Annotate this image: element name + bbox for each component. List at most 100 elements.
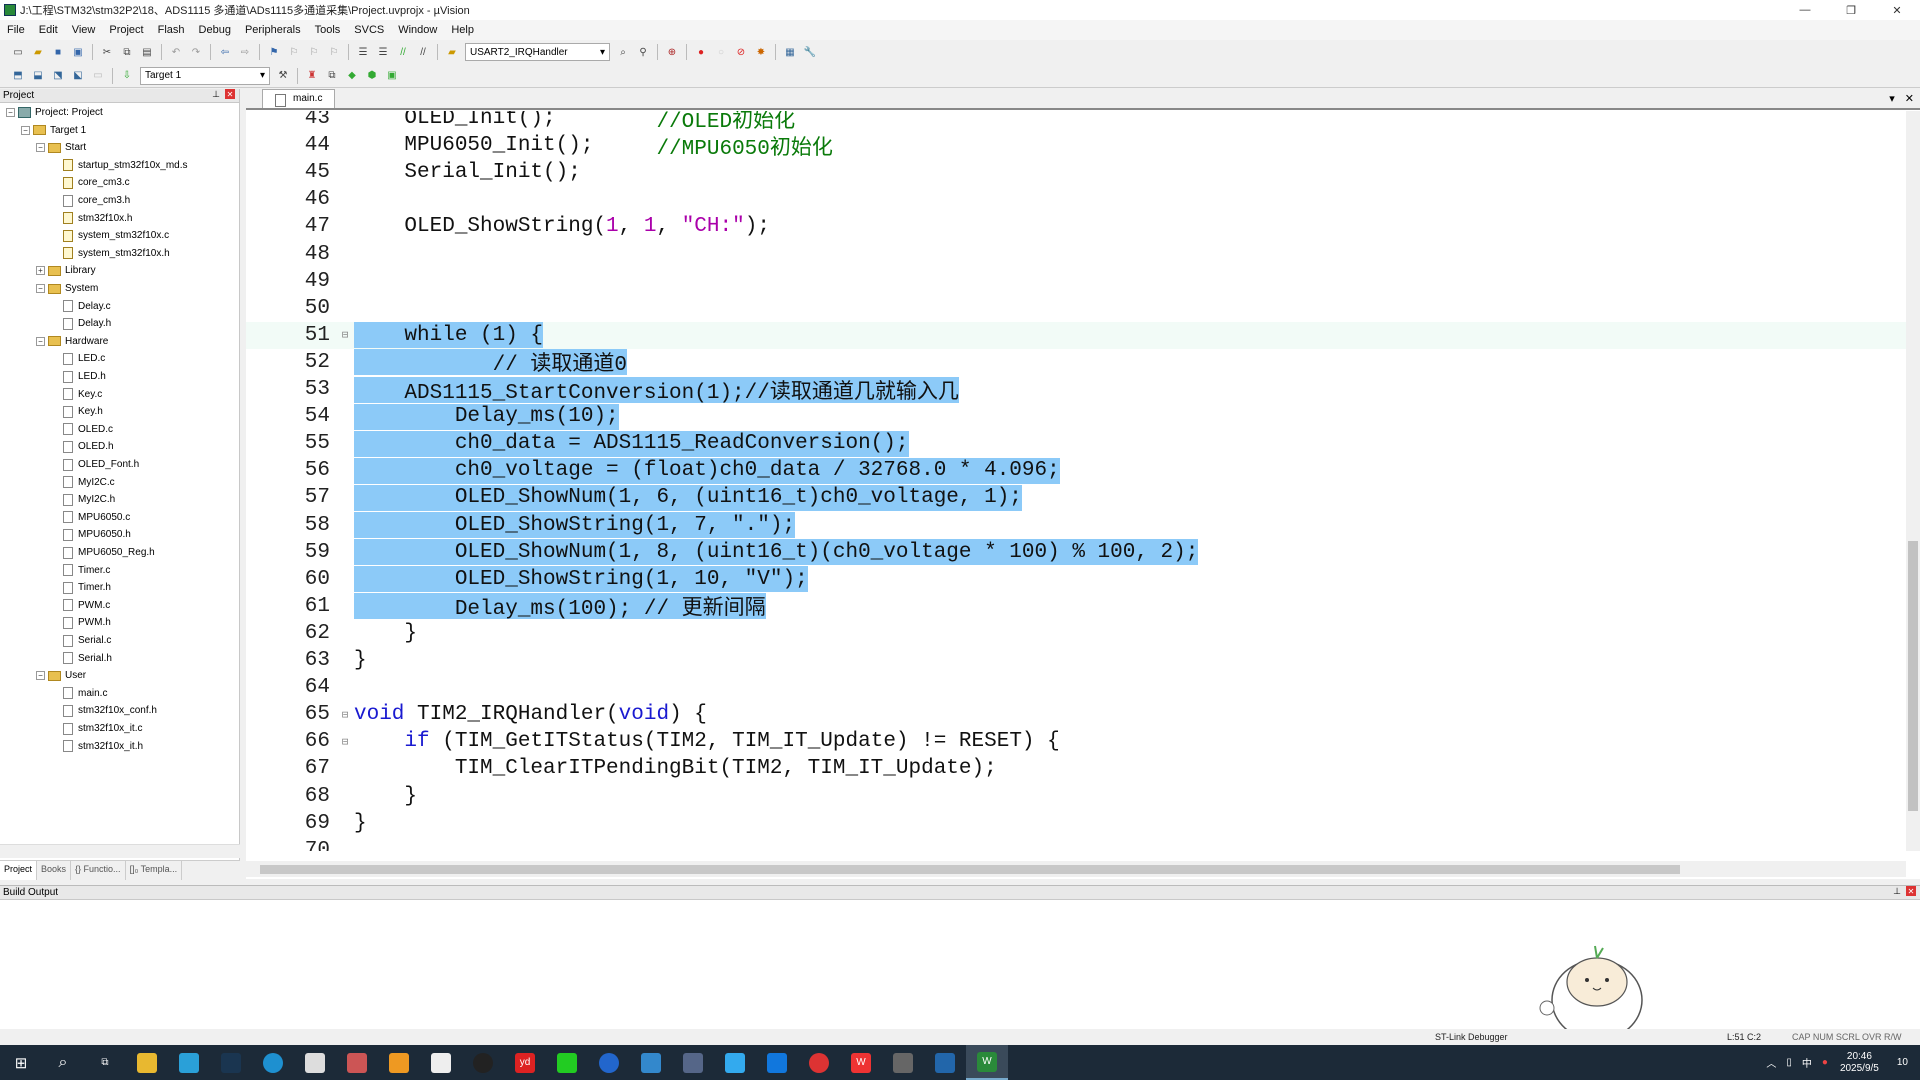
tree-item[interactable]: Delay.h [51, 315, 111, 332]
taskbar-app-7[interactable] [378, 1045, 420, 1080]
menu-help[interactable]: Help [444, 24, 481, 36]
taskbar-netease-music[interactable] [798, 1045, 840, 1080]
rebuild-icon[interactable]: ⬔ [50, 68, 66, 84]
taskbar-explorer[interactable] [126, 1045, 168, 1080]
taskbar-wechat[interactable] [546, 1045, 588, 1080]
tree-item[interactable]: MPU6050_Reg.h [51, 544, 155, 561]
tab-books[interactable]: Books [37, 861, 72, 880]
tree-item[interactable]: stm32f10x.h [51, 210, 132, 227]
tree-item[interactable]: MyI2C.c [51, 474, 115, 491]
code-line[interactable]: 49 [246, 268, 1906, 295]
taskbar-app-8[interactable] [420, 1045, 462, 1080]
save-all-icon[interactable]: ▣ [70, 44, 86, 60]
tree-item[interactable]: core_cm3.h [51, 192, 130, 209]
code-line[interactable]: 67 TIM_ClearITPendingBit(TIM2, TIM_IT_Up… [246, 755, 1906, 782]
taskbar-app-13[interactable] [630, 1045, 672, 1080]
tree-item[interactable]: OLED.c [51, 421, 113, 438]
taskbar-qq[interactable] [462, 1045, 504, 1080]
menu-window[interactable]: Window [391, 24, 444, 36]
tree-item[interactable]: MPU6050.c [51, 509, 130, 526]
new-file-icon[interactable]: ▭ [10, 44, 26, 60]
code-line[interactable]: 70 [246, 837, 1906, 851]
collapse-icon[interactable]: − [6, 108, 15, 117]
find-icon[interactable]: ⌕ [615, 44, 631, 60]
tree-item[interactable]: Serial.h [51, 650, 112, 667]
search-button[interactable]: ⌕ [42, 1045, 84, 1080]
close-pane-icon[interactable]: ✕ [225, 89, 235, 99]
code-line[interactable]: 63} [246, 647, 1906, 674]
clock-date[interactable]: 2025/9/5 [1840, 1063, 1879, 1075]
code-line[interactable]: 60 OLED_ShowString(1, 10, "V"); [246, 566, 1906, 593]
code-line[interactable]: 52 // 读取通道0 [246, 349, 1906, 377]
fold-marker-icon[interactable]: ⊟ [336, 708, 354, 722]
incremental-find-icon[interactable]: ⚲ [635, 44, 651, 60]
open-file-icon[interactable]: ▰ [30, 44, 46, 60]
taskbar-calculator[interactable] [882, 1045, 924, 1080]
build-icon[interactable]: ⬓ [30, 68, 46, 84]
tree-item[interactable]: PWM.c [51, 597, 110, 614]
collapse-icon[interactable]: − [36, 671, 45, 681]
taskbar-app-14[interactable] [672, 1045, 714, 1080]
project-hscrollbar[interactable] [0, 844, 240, 858]
nav-back-icon[interactable]: ⇦ [217, 44, 233, 60]
code-line[interactable]: 69} [246, 810, 1906, 837]
select-pack-icon[interactable]: ◆ [344, 68, 360, 84]
redo-icon[interactable]: ↷ [188, 44, 204, 60]
bookmark-icon[interactable]: ⚑ [266, 44, 282, 60]
taskbar-steam[interactable] [210, 1045, 252, 1080]
taskbar-app-12[interactable] [588, 1045, 630, 1080]
uncomment-icon[interactable]: // [415, 44, 431, 60]
code-line[interactable]: 66 ⊟ if (TIM_GetITStatus(TIM2, TIM_IT_Upd… [246, 728, 1906, 755]
restore-button[interactable]: ❐ [1828, 0, 1874, 20]
code-line[interactable]: 47 OLED_ShowString(1, 1, "CH:"); [246, 213, 1906, 240]
code-line[interactable]: 53 ADS1115_StartConversion(1);//读取通道几就输入… [246, 376, 1906, 405]
collapse-icon[interactable]: − [36, 143, 45, 153]
start-button[interactable]: ⊞ [0, 1045, 42, 1080]
fold-marker-icon[interactable]: ⊟ [336, 328, 354, 342]
code-editor[interactable]: 43 OLED_Init(); //OLED初始化 44 MPU6050_Init… [246, 111, 1906, 851]
tree-item[interactable]: − Start [36, 139, 86, 156]
taskbar-app-6[interactable] [336, 1045, 378, 1080]
code-line[interactable]: 44 MPU6050_Init(); //MPU6050初始化 [246, 132, 1906, 161]
manage-components-icon[interactable]: ♜ [304, 68, 320, 84]
tree-item[interactable]: main.c [51, 685, 107, 702]
menu-tools[interactable]: Tools [308, 24, 348, 36]
tray-device-icon[interactable]: ▯ [1786, 1057, 1792, 1068]
stop-build-icon[interactable]: ▭ [90, 68, 106, 84]
next-bookmark-icon[interactable]: ⚐ [306, 44, 322, 60]
tab-main-c[interactable]: main.c [262, 89, 336, 108]
menu-view[interactable]: View [65, 24, 103, 36]
code-line[interactable]: 64 [246, 674, 1906, 701]
taskbar-app-16[interactable] [756, 1045, 798, 1080]
code-line[interactable]: 58 OLED_ShowString(1, 7, "."); [246, 512, 1906, 539]
menu-svcs[interactable]: SVCS [347, 24, 391, 36]
code-line[interactable]: 68 } [246, 783, 1906, 810]
tray-app-icon[interactable]: ● [1822, 1057, 1828, 1068]
run-time-env-icon[interactable]: ⬢ [364, 68, 380, 84]
tray-chevron-up-icon[interactable]: ︿ [1766, 1055, 1776, 1070]
code-line[interactable]: 61 Delay_ms(100); // 更新间隔 [246, 593, 1906, 621]
tree-item[interactable]: stm32f10x_it.c [51, 720, 142, 737]
tree-item[interactable]: Key.h [51, 403, 103, 420]
menu-debug[interactable]: Debug [192, 24, 238, 36]
window-layout-icon[interactable]: ▦ [782, 44, 798, 60]
notification-badge[interactable]: 10 [1897, 1057, 1908, 1068]
ime-indicator[interactable]: 中 [1802, 1055, 1812, 1070]
taskbar-app-5[interactable] [294, 1045, 336, 1080]
tree-item[interactable]: PWM.h [51, 614, 111, 631]
tree-item[interactable]: − Hardware [36, 333, 108, 350]
tree-item[interactable]: − Project: Project [6, 104, 103, 121]
tree-item[interactable]: − User [36, 667, 86, 684]
code-line[interactable]: 54 Delay_ms(10); [246, 403, 1906, 430]
target-options-icon[interactable]: ⚒ [275, 68, 291, 84]
tab-project[interactable]: Project [0, 861, 38, 880]
editor-vscrollbar[interactable] [1906, 111, 1920, 851]
fold-marker-icon[interactable]: ⊟ [336, 735, 354, 749]
tree-item[interactable]: Serial.c [51, 632, 111, 649]
comment-icon[interactable]: // [395, 44, 411, 60]
tree-item[interactable]: OLED.h [51, 438, 114, 455]
vscroll-thumb[interactable] [1908, 541, 1918, 811]
disable-breakpoint-icon[interactable]: ○ [713, 44, 729, 60]
tree-item[interactable]: Timer.h [51, 579, 111, 596]
code-line[interactable]: 65 ⊟ void TIM2_IRQHandler(void) { [246, 701, 1906, 728]
